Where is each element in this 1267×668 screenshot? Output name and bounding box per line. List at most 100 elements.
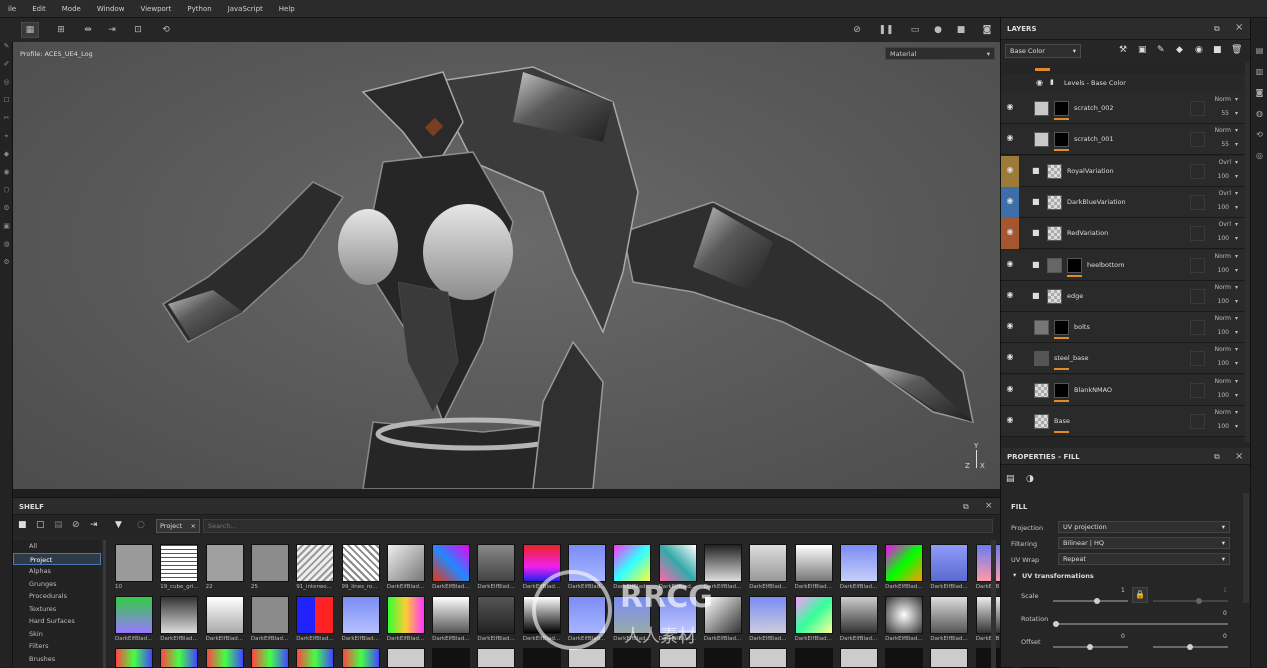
tile-view-icon[interactable]: ⊞	[52, 22, 70, 38]
uv-transformations-label[interactable]: UV transformations	[1022, 572, 1094, 580]
layer-name[interactable]: BlankNMAO	[1074, 386, 1112, 394]
blend-mode[interactable]: Ovrl	[1219, 221, 1231, 228]
thumbnail[interactable]	[386, 544, 425, 582]
delete-icon[interactable]: 🗑	[1231, 45, 1242, 55]
category-item[interactable]: Alphas	[13, 565, 101, 578]
layer-effect-slot[interactable]	[1190, 288, 1205, 304]
new-item-icon[interactable]: ▢	[36, 520, 45, 530]
thumbnail[interactable]	[477, 596, 516, 634]
thumbnail[interactable]	[160, 596, 199, 634]
layer-effect-slot[interactable]	[1190, 320, 1205, 336]
offset-slider-knob[interactable]	[1087, 644, 1093, 650]
chevron-down-icon[interactable]: ▾	[1235, 141, 1238, 148]
history-dock-icon[interactable]: ⟲	[1251, 124, 1267, 145]
eye-icon[interactable]: ◉	[1004, 165, 1016, 177]
add-folder-icon[interactable]: ■	[1213, 45, 1222, 55]
thumbnail[interactable]	[160, 648, 199, 668]
layer-name[interactable]: DarkBlueVariation	[1067, 198, 1126, 206]
chevron-down-icon[interactable]: ▾	[1235, 298, 1238, 305]
layer-effect-slot[interactable]	[1190, 351, 1205, 367]
opacity-value[interactable]: 55	[1221, 141, 1229, 148]
close-icon[interactable]: ×	[1235, 22, 1243, 33]
camera-icon[interactable]: ■	[952, 22, 970, 38]
thumbnail[interactable]	[341, 544, 380, 582]
eraser-tool-icon[interactable]: ✐	[0, 60, 13, 78]
opacity-value[interactable]: 100	[1218, 392, 1229, 399]
thumbnail[interactable]	[749, 648, 788, 668]
opacity-value[interactable]: 100	[1218, 235, 1229, 242]
eye-icon[interactable]: ◉	[1004, 352, 1016, 364]
layer-mask[interactable]	[1054, 101, 1069, 116]
layer-row[interactable]: ◉ Base Norm ▾ 100 ▾	[1001, 406, 1245, 437]
database-icon[interactable]: ▤	[54, 520, 63, 530]
rotation-slider-knob[interactable]	[1053, 621, 1059, 627]
thumbnail[interactable]	[477, 648, 516, 668]
scale-slider-knob[interactable]	[1094, 598, 1100, 604]
material-tab-icon[interactable]: ◑	[1026, 474, 1034, 484]
shader-dock-icon[interactable]: ◍	[1251, 103, 1267, 124]
align-icon[interactable]: ⇥	[103, 22, 121, 38]
thumbnail[interactable]	[839, 648, 878, 668]
chevron-down-icon[interactable]: ▾	[1235, 360, 1238, 367]
picker-tool-icon[interactable]: ⌖	[0, 132, 13, 150]
layer-effect-slot[interactable]	[1190, 101, 1205, 116]
symmetry-icon[interactable]: ⇹	[79, 22, 97, 38]
add-smart-material-icon[interactable]: ◉	[1195, 45, 1203, 55]
blend-mode[interactable]: Norm	[1215, 127, 1231, 134]
thumbnail[interactable]	[205, 648, 244, 668]
log-dock-icon[interactable]: ◎	[1251, 145, 1267, 166]
folder-icon[interactable]: ■	[1032, 260, 1040, 269]
eye-icon[interactable]: ◉	[1004, 321, 1016, 333]
layer-row[interactable]: ◉ ■ heelbottom Norm ▾ 100 ▾	[1001, 249, 1245, 281]
channel-select[interactable]: Base Color ▾	[1005, 44, 1081, 58]
menu-viewport[interactable]: Viewport	[132, 5, 179, 13]
thumbnail[interactable]	[296, 648, 335, 668]
category-item[interactable]: Grunges	[13, 578, 101, 591]
eye-icon[interactable]: ◉	[1004, 290, 1016, 302]
thumbnail[interactable]	[250, 596, 289, 634]
chevron-down-icon[interactable]: ▾	[1235, 392, 1238, 399]
chevron-down-icon[interactable]: ▾	[1235, 267, 1238, 274]
chevron-down-icon[interactable]: ▾	[1235, 329, 1238, 336]
chevron-down-icon[interactable]: ▾	[1235, 284, 1238, 291]
blend-mode[interactable]: Norm	[1215, 96, 1231, 103]
blend-mode[interactable]: Norm	[1215, 378, 1231, 385]
thumbnail[interactable]	[930, 596, 969, 634]
hide-icon[interactable]: ⊘	[72, 520, 80, 530]
shelf-scrollbar[interactable]	[991, 540, 996, 668]
float-icon[interactable]: ⧉	[963, 502, 969, 512]
layer-effect-slot[interactable]	[1190, 226, 1205, 242]
projection-select[interactable]: UV projection ▾	[1058, 521, 1230, 533]
thumbnail[interactable]	[839, 544, 878, 582]
layer-thumbnail[interactable]	[1034, 320, 1049, 336]
chevron-down-icon[interactable]: ▾	[1235, 204, 1238, 211]
add-fill-layer-icon[interactable]: ◆	[1176, 45, 1183, 55]
blend-mode[interactable]: Ovrl	[1219, 159, 1231, 166]
float-icon[interactable]: ⧉	[1214, 452, 1220, 462]
category-item[interactable]: Hard Surfaces	[13, 615, 101, 628]
thumbnail[interactable]	[930, 544, 969, 582]
thumbnail[interactable]	[749, 596, 788, 634]
layer-thumbnail[interactable]	[1047, 288, 1062, 304]
uvwrap-select[interactable]: Repeat ▾	[1058, 553, 1230, 565]
category-item-selected[interactable]: Project	[13, 552, 101, 565]
remove-filter-icon[interactable]: ×	[191, 522, 196, 530]
layer-name[interactable]: scratch_001	[1074, 135, 1114, 143]
folder-icon[interactable]: ■	[1032, 291, 1040, 300]
layer-mask[interactable]	[1054, 382, 1069, 398]
opacity-value[interactable]: 100	[1218, 204, 1229, 211]
thumbnail[interactable]	[296, 544, 335, 582]
layer-thumbnail[interactable]	[1034, 414, 1049, 429]
category-item[interactable]: All	[13, 540, 101, 553]
smudge-tool-icon[interactable]: ☐	[0, 96, 13, 114]
layer-mask[interactable]	[1054, 132, 1069, 148]
layer-row[interactable]: ◉ scratch_001 Norm ▾ 55 ▾	[1001, 124, 1245, 156]
screenshot-icon[interactable]: ◙	[978, 22, 996, 38]
search-input[interactable]	[203, 519, 993, 533]
effect-row[interactable]: ◉ ▮ Levels - Base Color	[1001, 74, 1245, 93]
menu-python[interactable]: Python	[179, 5, 219, 13]
opacity-value[interactable]: 100	[1218, 360, 1229, 367]
layer-row[interactable]: ◉ scratch_002 Norm ▾ 55 ▾	[1001, 93, 1245, 124]
folder-icon[interactable]: ■	[1032, 166, 1040, 175]
texture-set-dock-icon[interactable]: ▥	[1251, 61, 1267, 82]
